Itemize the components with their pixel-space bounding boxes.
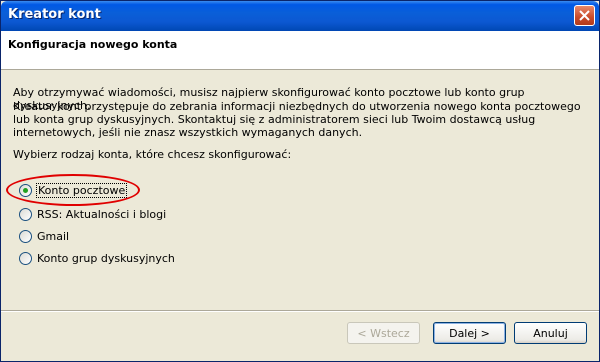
highlight-ellipse (6, 174, 140, 206)
page-title: Konfiguracja nowego konta (8, 38, 178, 51)
info-text: Kreator kont przystępuje do zebrania inf… (13, 100, 581, 139)
next-button[interactable]: Dalej > (433, 322, 506, 344)
option-newsgroup-account[interactable]: Konto grup dyskusyjnych (19, 250, 175, 266)
button-separator (1, 310, 599, 312)
option-label: RSS: Aktualności i blogi (37, 207, 167, 221)
radio-rss[interactable] (19, 207, 32, 221)
wizard-header: Konfiguracja nowego konta (1, 31, 599, 70)
option-label: Konto grup dyskusyjnych (37, 251, 175, 265)
window-title: Kreator kont (8, 7, 101, 22)
radio-newsgroup-account[interactable] (19, 251, 32, 265)
close-button[interactable] (574, 5, 595, 26)
radio-gmail[interactable] (19, 229, 32, 243)
option-rss[interactable]: RSS: Aktualności i blogi (19, 206, 166, 222)
back-button[interactable]: < Wstecz (347, 322, 420, 344)
account-wizard-window: Kreator kont Konfiguracja nowego konta A… (0, 0, 600, 362)
choose-account-label: Wybierz rodzaj konta, które chcesz skonf… (13, 148, 292, 161)
wizard-content: Aby otrzymywać wiadomości, musisz najpie… (1, 70, 599, 310)
title-bar[interactable]: Kreator kont (1, 1, 599, 31)
option-label: Gmail (37, 229, 70, 243)
option-gmail[interactable]: Gmail (19, 228, 69, 244)
cancel-button[interactable]: Anuluj (514, 322, 587, 344)
